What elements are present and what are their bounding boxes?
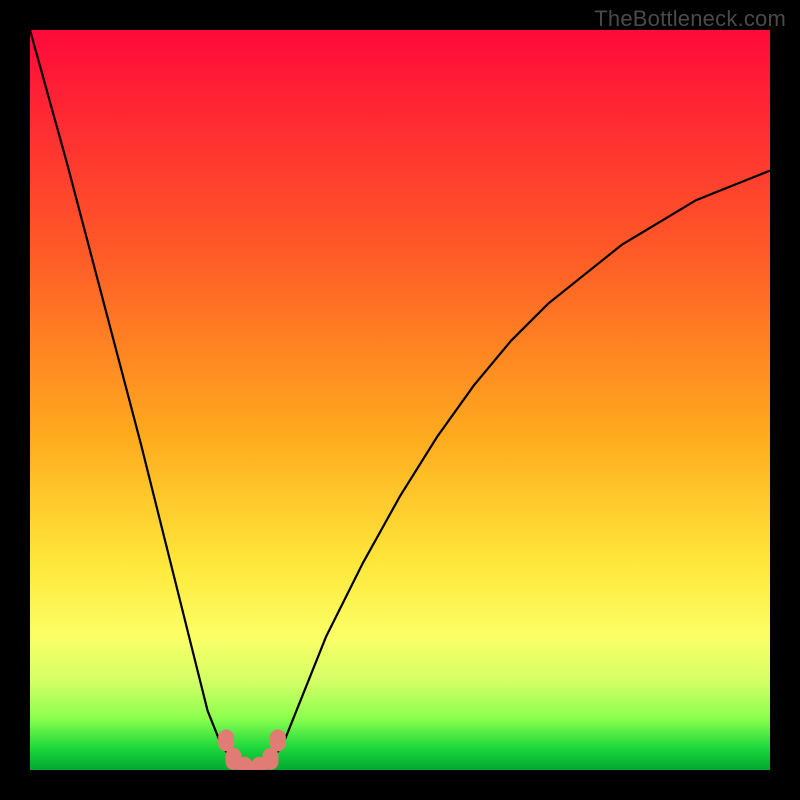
curve-marker xyxy=(218,729,234,751)
chart-canvas xyxy=(0,0,800,800)
watermark-text: TheBottleneck.com xyxy=(594,6,786,32)
curve-marker xyxy=(263,748,279,770)
gradient-background xyxy=(30,30,770,770)
curve-marker xyxy=(237,757,253,779)
chart-root: TheBottleneck.com xyxy=(0,0,800,800)
curve-marker xyxy=(270,729,286,751)
